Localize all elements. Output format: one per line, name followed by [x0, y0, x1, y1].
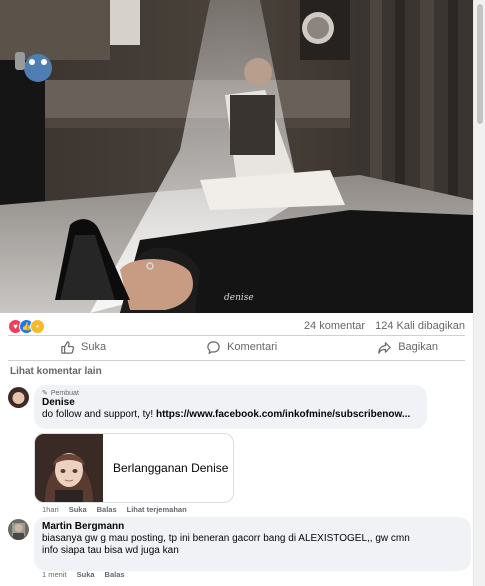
comment-like-button[interactable]: Suka	[69, 505, 87, 514]
post-photo-image: denise	[0, 0, 473, 313]
comment-time[interactable]: 1hari	[42, 505, 59, 514]
scrollbar[interactable]	[473, 0, 485, 586]
photo-signature: denise	[224, 293, 254, 303]
like-button[interactable]: Suka	[8, 340, 156, 355]
reaction-summary[interactable]: ♥ 👍 •	[8, 318, 45, 334]
comment-bubble: Martin Bergmann biasanya gw g mau postin…	[34, 517, 471, 571]
post-photo[interactable]: denise	[0, 0, 473, 313]
comment-reply-button[interactable]: Balas	[105, 570, 125, 579]
post-stats: ♥ 👍 • 24 komentar 124 Kali dibagikan	[8, 317, 465, 335]
share-button[interactable]: Bagikan	[327, 340, 485, 355]
comment-author[interactable]: Denise	[42, 397, 419, 408]
comment-meta: 1 menit Suka Balas	[42, 570, 125, 579]
comment-text-line-1: biasanya gw g mau posting, tp ini benera…	[42, 533, 410, 544]
comment-link[interactable]: https://www.facebook.com/inkofmine/subsc…	[156, 409, 410, 420]
pen-icon: ✎	[42, 390, 48, 397]
divider	[8, 360, 465, 361]
share-count[interactable]: 124 Kali dibagikan	[375, 320, 465, 332]
like-label: Suka	[81, 341, 107, 353]
comment-author[interactable]: Martin Bergmann	[42, 521, 463, 532]
comment-count[interactable]: 24 komentar	[304, 320, 365, 332]
comment-icon	[207, 340, 220, 354]
comment-text-line-2: info siapa tau bisa wd juga kan	[42, 545, 179, 556]
avatar-image	[8, 519, 29, 540]
comment-bubble: ✎ Pembuat Denise do follow and support, …	[34, 385, 427, 429]
share-icon	[378, 341, 391, 354]
subscribe-card[interactable]: Berlangganan Denise	[34, 433, 234, 503]
haha-icon: •	[30, 318, 45, 334]
avatar-image	[8, 387, 29, 408]
scrollbar-thumb[interactable]	[477, 4, 483, 124]
comment-text: do follow and support, ty! https://www.f…	[42, 409, 411, 420]
comment-label: Komentari	[227, 341, 278, 353]
comment-like-button[interactable]: Suka	[77, 570, 95, 579]
view-more-comments[interactable]: Lihat komentar lain	[10, 366, 102, 377]
comment-reply-button[interactable]: Balas	[97, 505, 117, 514]
post-action-bar: Suka Komentari Bagikan	[8, 336, 465, 358]
avatar[interactable]	[8, 387, 29, 408]
share-label: Bagikan	[398, 341, 438, 353]
author-tag: ✎ Pembuat	[42, 389, 79, 398]
comment-meta: 1hari Suka Balas Lihat terjemahan	[42, 505, 187, 514]
card-thumbnail	[35, 434, 103, 502]
see-translation-button[interactable]: Lihat terjemahan	[127, 505, 187, 514]
thumbs-up-icon	[61, 340, 75, 354]
avatar[interactable]	[8, 519, 29, 540]
card-label: Berlangganan Denise	[113, 461, 229, 475]
comment-time[interactable]: 1 menit	[42, 570, 67, 579]
comment-button[interactable]: Komentari	[156, 340, 327, 355]
